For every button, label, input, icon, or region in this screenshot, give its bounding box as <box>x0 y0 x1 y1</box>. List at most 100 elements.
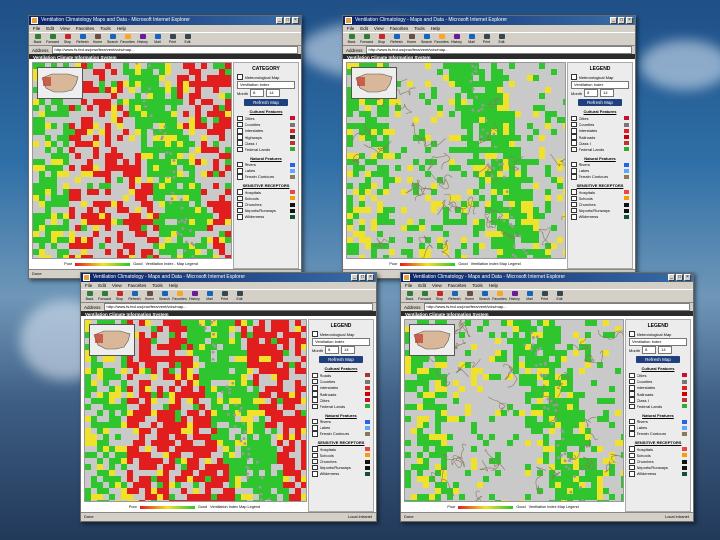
toolbar-forward-button[interactable]: Forward <box>360 34 373 44</box>
toolbar-search-button[interactable]: Search <box>107 34 118 44</box>
menu-item[interactable]: Edit <box>418 282 426 289</box>
layer-checkbox[interactable] <box>312 431 318 437</box>
layer-checkbox[interactable] <box>629 418 635 425</box>
refresh-map-button[interactable]: Refresh Map <box>577 99 623 107</box>
layer-checkbox[interactable] <box>312 391 318 397</box>
layer-checkbox[interactable] <box>237 115 243 122</box>
menu-item[interactable]: File <box>347 25 354 32</box>
toolbar-home-button[interactable]: Home <box>406 34 417 44</box>
close-icon[interactable]: × <box>684 274 691 281</box>
toolbar-stop-button[interactable]: Stop <box>434 291 445 301</box>
layer-checkbox[interactable] <box>629 446 635 452</box>
menu-item[interactable]: Favorites <box>390 25 409 32</box>
toolbar-home-button[interactable]: Home <box>144 291 155 301</box>
refresh-map-button[interactable]: Refresh Map <box>243 99 289 107</box>
toolbar-forward-button[interactable]: Forward <box>418 291 431 301</box>
layer-row[interactable]: Terrain Contours <box>626 431 690 437</box>
menu-item[interactable]: File <box>33 25 40 32</box>
layer-checkbox[interactable] <box>237 134 243 140</box>
maximize-icon[interactable]: □ <box>359 274 366 281</box>
toolbar-home-button[interactable]: Home <box>464 291 475 301</box>
layer-checkbox[interactable] <box>571 140 577 146</box>
menu-item[interactable]: File <box>85 282 92 289</box>
menu-item[interactable]: Tools <box>472 282 483 289</box>
menu-item[interactable]: Favorites <box>128 282 147 289</box>
layer-row[interactable]: Wilderness <box>626 471 690 477</box>
layer-checkbox[interactable] <box>629 391 635 397</box>
layer-checkbox[interactable] <box>629 425 635 431</box>
map-type-row[interactable]: Meteorological Map <box>234 74 298 80</box>
layer-checkbox[interactable] <box>237 168 243 174</box>
layer-checkbox[interactable] <box>237 207 243 214</box>
map-type-select[interactable]: Ventilation Index <box>237 81 295 90</box>
toolbar-edit-button[interactable]: Edit <box>554 291 565 301</box>
layer-checkbox[interactable] <box>571 121 577 128</box>
toolbar-home-button[interactable]: Home <box>92 34 103 44</box>
layer-row[interactable]: Federal Lands <box>568 146 632 153</box>
layer-checkbox[interactable] <box>237 189 243 195</box>
toolbar-forward-button[interactable]: Forward <box>46 34 59 44</box>
maximize-icon[interactable]: □ <box>618 17 625 24</box>
layer-checkbox[interactable] <box>571 115 577 122</box>
close-icon[interactable]: × <box>626 17 633 24</box>
minimize-icon[interactable]: _ <box>610 17 617 24</box>
address-input[interactable]: http://www.fs.fed.us/pnw/fera/vent/vcis/… <box>51 46 298 54</box>
browser-window[interactable]: Ventilation Climatology - Maps and Data … <box>400 272 694 522</box>
toolbar-mail-button[interactable]: Mail <box>204 291 215 301</box>
menu-item[interactable]: Help <box>169 282 178 289</box>
map-type-radio[interactable] <box>237 74 243 80</box>
layer-checkbox[interactable] <box>571 161 577 168</box>
map-type-select[interactable]: Ventilation Index <box>312 338 370 347</box>
layer-checkbox[interactable] <box>571 146 577 153</box>
layer-row[interactable]: Federal Lands <box>626 403 690 410</box>
layer-checkbox[interactable] <box>312 385 318 391</box>
toolbar-forward-button[interactable]: Forward <box>98 291 111 301</box>
map-type-radio[interactable] <box>312 331 318 337</box>
toolbar-favorites-button[interactable]: Favorites <box>492 291 507 301</box>
toolbar-edit-button[interactable]: Edit <box>496 34 507 44</box>
layer-checkbox[interactable] <box>312 372 318 379</box>
toolbar-print-button[interactable]: Print <box>219 291 230 301</box>
layer-checkbox[interactable] <box>312 471 318 477</box>
layer-checkbox[interactable] <box>312 452 318 459</box>
minimize-icon[interactable]: _ <box>276 17 283 24</box>
toolbar-mail-button[interactable]: Mail <box>152 34 163 44</box>
hour-select[interactable]: 14 <box>658 346 673 355</box>
menu-item[interactable]: Tools <box>100 25 111 32</box>
layer-checkbox[interactable] <box>237 128 243 134</box>
layer-checkbox[interactable] <box>629 397 635 403</box>
layer-checkbox[interactable] <box>629 403 635 410</box>
menu-item[interactable]: View <box>374 25 384 32</box>
toolbar-back-button[interactable]: Back <box>346 34 357 44</box>
toolbar-refresh-button[interactable]: Refresh <box>390 34 403 44</box>
layer-checkbox[interactable] <box>237 195 243 202</box>
layer-checkbox[interactable] <box>571 207 577 214</box>
map-type-radio[interactable] <box>629 331 635 337</box>
toolbar-stop-button[interactable]: Stop <box>62 34 73 44</box>
layer-checkbox[interactable] <box>629 385 635 391</box>
layer-row[interactable]: Terrain Contours <box>568 174 632 180</box>
hour-select[interactable]: 14 <box>600 89 615 98</box>
layer-row[interactable]: Wilderness <box>309 471 373 477</box>
layer-checkbox[interactable] <box>312 397 318 403</box>
layer-checkbox[interactable] <box>237 146 243 153</box>
menu-item[interactable]: View <box>112 282 122 289</box>
menu-item[interactable]: View <box>60 25 70 32</box>
ventilation-map[interactable] <box>346 62 566 259</box>
toolbar-mail-button[interactable]: Mail <box>524 291 535 301</box>
ventilation-map[interactable] <box>32 62 232 259</box>
layer-checkbox[interactable] <box>571 189 577 195</box>
menu-item[interactable]: Tools <box>414 25 425 32</box>
menu-item[interactable]: Help <box>489 282 498 289</box>
toolbar-search-button[interactable]: Search <box>421 34 432 44</box>
toolbar-back-button[interactable]: Back <box>32 34 43 44</box>
close-icon[interactable]: × <box>367 274 374 281</box>
layer-checkbox[interactable] <box>571 174 577 180</box>
layer-checkbox[interactable] <box>312 446 318 452</box>
month-select[interactable]: 8 <box>325 346 340 355</box>
menu-item[interactable]: Help <box>431 25 440 32</box>
map-type-row[interactable]: Meteorological Map <box>626 331 690 337</box>
address-input[interactable]: http://www.fs.fed.us/pnw/fera/vent/vcis/… <box>103 303 373 311</box>
toolbar-back-button[interactable]: Back <box>84 291 95 301</box>
toolbar-refresh-button[interactable]: Refresh <box>128 291 141 301</box>
